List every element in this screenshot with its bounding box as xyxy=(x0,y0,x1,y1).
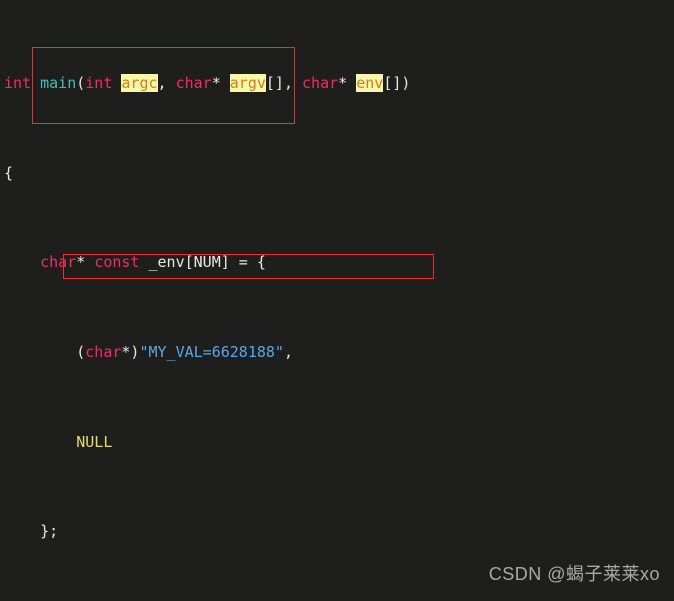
code-line-6[interactable]: }; xyxy=(0,520,674,542)
code-line-4[interactable]: (char*)"MY_VAL=6628188", xyxy=(0,341,674,363)
token-keyword: char xyxy=(175,74,212,93)
token-brace: { xyxy=(4,163,14,182)
token-function-main: main xyxy=(40,74,77,93)
token-indent: ( xyxy=(4,343,86,362)
token-punct: , xyxy=(157,74,176,93)
code-line-3[interactable]: char* const _env[NUM] = { xyxy=(0,251,674,273)
token-punct: ( xyxy=(76,74,86,93)
token-punct: * xyxy=(211,74,230,93)
token-punct: []) xyxy=(383,74,411,93)
code-line-1[interactable]: int main(int argc, char* argv[], char* e… xyxy=(0,72,674,94)
code-line-5[interactable]: NULL xyxy=(0,431,674,453)
token-punct: [], xyxy=(265,74,303,93)
token-brace: }; xyxy=(4,522,59,541)
token-null: NULL xyxy=(76,432,113,451)
token-punct: * xyxy=(338,74,357,93)
token-keyword: int xyxy=(4,74,41,93)
search-highlight-env: env xyxy=(356,74,384,93)
token-keyword: char xyxy=(85,343,122,362)
code-editor[interactable]: int main(int argc, char* argv[], char* e… xyxy=(0,0,674,601)
search-highlight-argc: argc xyxy=(121,74,158,93)
token-punct: , xyxy=(283,343,293,362)
search-highlight-argv: argv xyxy=(229,74,266,93)
token-keyword: char xyxy=(302,74,339,93)
token-identifier: _env[NUM] = { xyxy=(139,253,266,272)
token-punct: *) xyxy=(121,343,140,362)
code-content[interactable]: int main(int argc, char* argv[], char* e… xyxy=(0,5,674,601)
token-string: "MY_VAL=6628188" xyxy=(139,343,284,362)
token-keyword: char xyxy=(40,253,77,272)
code-line-2[interactable]: { xyxy=(0,162,674,184)
token-keyword: const xyxy=(94,253,140,272)
csdn-watermark: CSDN @蝎子莱莱xo xyxy=(488,563,660,584)
token-punct: * xyxy=(76,253,95,272)
token-keyword: int xyxy=(85,74,122,93)
